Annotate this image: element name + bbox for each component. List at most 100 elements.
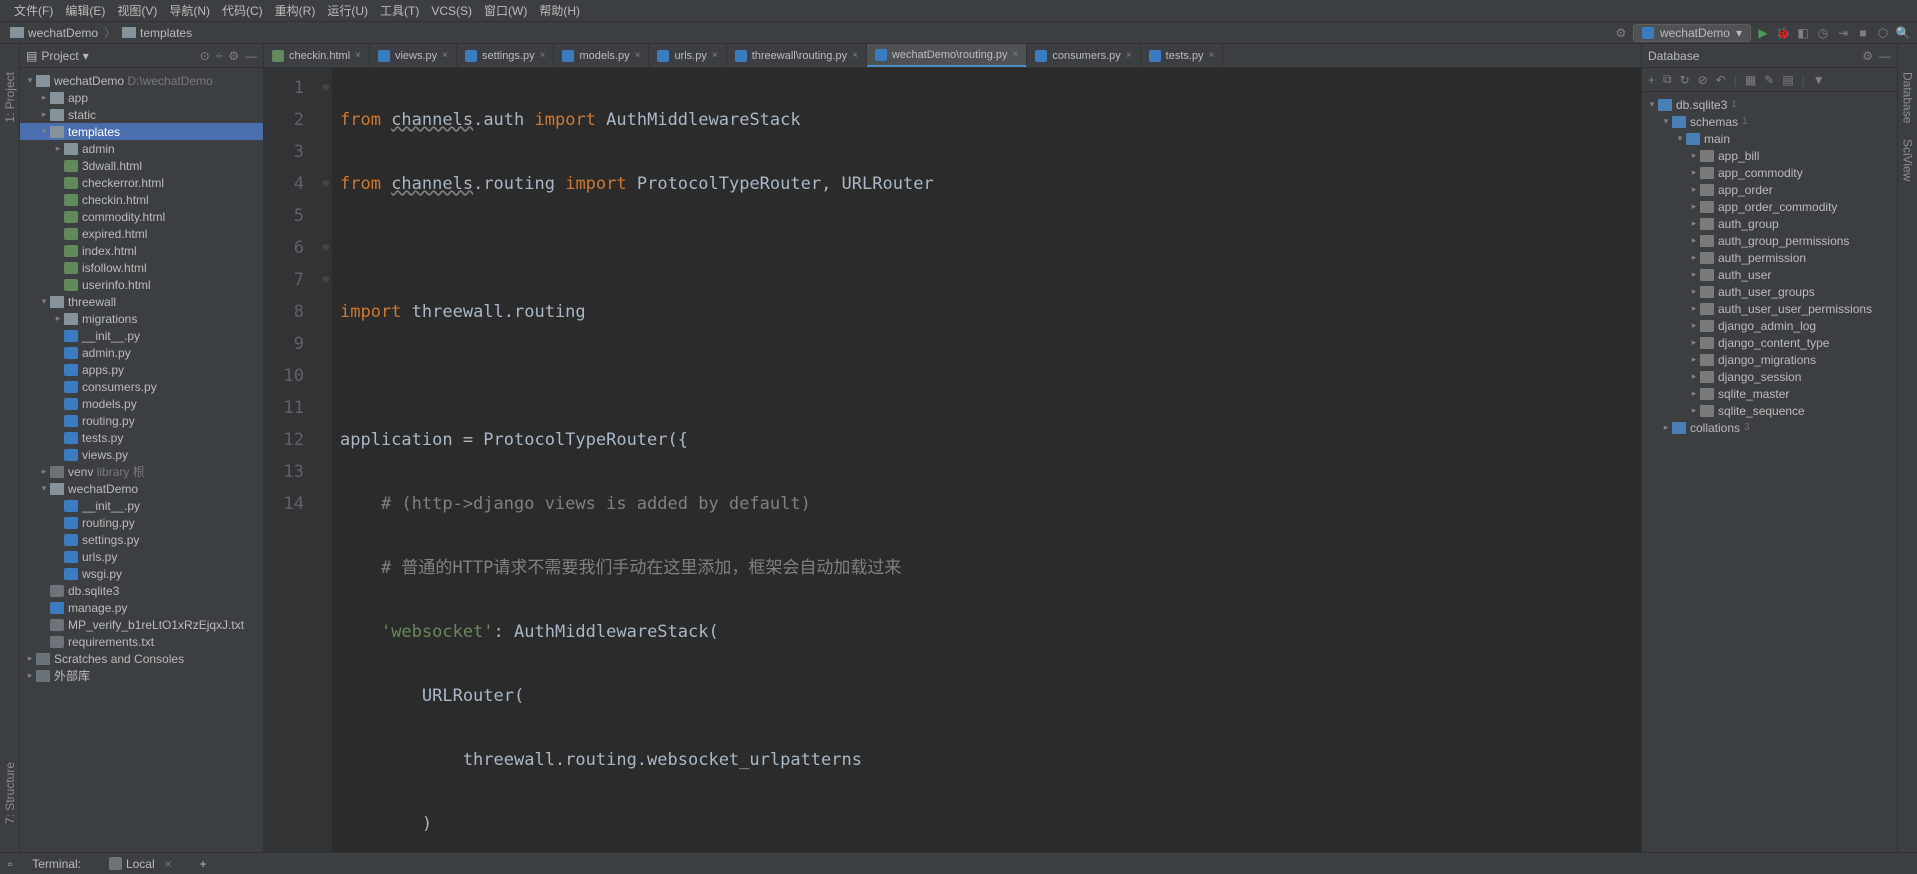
expand-arrow[interactable]: ▸ (1688, 201, 1700, 212)
expand-arrow[interactable]: ▾ (1660, 116, 1672, 127)
close-icon[interactable]: × (712, 50, 718, 61)
tree-item[interactable]: apps.py (20, 361, 263, 378)
db-tree-item[interactable]: ▾main (1642, 130, 1897, 147)
editor-tab[interactable]: views.py× (370, 44, 457, 67)
expand-arrow[interactable]: ▸ (1688, 235, 1700, 246)
tree-item[interactable]: ▸migrations (20, 310, 263, 327)
tree-item[interactable]: ▸admin (20, 140, 263, 157)
editor-tab[interactable]: tests.py× (1141, 44, 1224, 67)
project-tab[interactable]: 1: Project (3, 64, 17, 131)
editor-tab[interactable]: threewall\routing.py× (727, 44, 867, 67)
tree-item[interactable]: views.py (20, 446, 263, 463)
tree-item[interactable]: consumers.py (20, 378, 263, 395)
expand-arrow[interactable]: ▸ (38, 466, 50, 477)
tree-item[interactable]: routing.py (20, 514, 263, 531)
db-tree-item[interactable]: ▸sqlite_master (1642, 385, 1897, 402)
expand-arrow[interactable]: ▾ (1646, 99, 1658, 110)
expand-arrow[interactable]: ▸ (1688, 354, 1700, 365)
tree-item[interactable]: ▸Scratches and Consoles (20, 650, 263, 667)
fold-gutter[interactable]: ⊟⊟⊟⊟ (320, 68, 332, 852)
close-icon[interactable]: × (635, 50, 641, 61)
expand-arrow[interactable]: ▾ (1674, 133, 1686, 144)
expand-arrow[interactable]: ▸ (1688, 337, 1700, 348)
expand-arrow[interactable]: ▸ (24, 653, 36, 664)
window-icon[interactable]: ▫ (8, 857, 12, 871)
expand-arrow[interactable]: ▸ (1688, 371, 1700, 382)
collapse-icon[interactable]: ÷ (216, 49, 223, 63)
terminal-local-tab[interactable]: Local× (101, 855, 180, 873)
editor-tab[interactable]: urls.py× (649, 44, 726, 67)
editor-tab[interactable]: settings.py× (457, 44, 554, 67)
tree-item[interactable]: __init__.py (20, 497, 263, 514)
database-tree[interactable]: ▾db.sqlite31▾schemas1▾main▸app_bill▸app_… (1642, 92, 1897, 852)
tree-item[interactable]: index.html (20, 242, 263, 259)
menu-item[interactable]: 导航(N) (163, 2, 216, 19)
breadcrumb-item[interactable]: templates (118, 26, 196, 40)
run-icon[interactable]: ▶ (1755, 25, 1771, 41)
menu-item[interactable]: 运行(U) (321, 2, 374, 19)
git-icon[interactable]: ⬡ (1875, 25, 1891, 41)
tree-item[interactable]: db.sqlite3 (20, 582, 263, 599)
menu-item[interactable]: 编辑(E) (59, 2, 111, 19)
db-tree-item[interactable]: ▸app_order_commodity (1642, 198, 1897, 215)
tree-item[interactable]: routing.py (20, 412, 263, 429)
menu-item[interactable]: VCS(S) (425, 4, 478, 18)
tree-item[interactable]: ▸app (20, 89, 263, 106)
project-tree[interactable]: ▾wechatDemo D:\wechatDemo▸app▸static▾tem… (20, 68, 263, 852)
db-tree-item[interactable]: ▸django_content_type (1642, 334, 1897, 351)
close-icon[interactable]: × (540, 50, 546, 61)
expand-arrow[interactable]: ▸ (1688, 320, 1700, 331)
close-icon[interactable]: × (1209, 50, 1215, 61)
tree-item[interactable]: ▾wechatDemo (20, 480, 263, 497)
profile-icon[interactable]: ◷ (1815, 25, 1831, 41)
expand-arrow[interactable]: ▸ (1688, 218, 1700, 229)
chevron-down-icon[interactable]: ▾ (83, 49, 89, 63)
attach-icon[interactable]: ⇥ (1835, 25, 1851, 41)
coverage-icon[interactable]: ◧ (1795, 25, 1811, 41)
editor-tab[interactable]: consumers.py× (1027, 44, 1140, 67)
expand-arrow[interactable]: ▸ (1688, 286, 1700, 297)
tree-item[interactable]: __init__.py (20, 327, 263, 344)
expand-arrow[interactable]: ▸ (1688, 303, 1700, 314)
tree-item[interactable]: settings.py (20, 531, 263, 548)
structure-tab[interactable]: 7: Structure (3, 754, 17, 832)
gear-icon[interactable]: ⚙ (228, 49, 239, 63)
menu-item[interactable]: 帮助(H) (533, 2, 586, 19)
tree-item[interactable]: ▾templates (20, 123, 263, 140)
tree-item[interactable]: tests.py (20, 429, 263, 446)
editor-tab[interactable]: models.py× (554, 44, 649, 67)
db-tree-item[interactable]: ▸app_bill (1642, 147, 1897, 164)
database-tab[interactable]: Database (1901, 64, 1915, 131)
rollback-icon[interactable]: ↶ (1716, 73, 1726, 87)
db-tree-item[interactable]: ▸sqlite_sequence (1642, 402, 1897, 419)
gear-icon[interactable]: ⚙ (1862, 49, 1873, 63)
tree-item[interactable]: urls.py (20, 548, 263, 565)
hide-icon[interactable]: — (245, 49, 257, 63)
stop-icon[interactable]: ■ (1855, 25, 1871, 41)
add-terminal-tab[interactable]: + (192, 855, 215, 873)
editor-tab[interactable]: checkin.html× (264, 44, 370, 67)
tree-item[interactable]: models.py (20, 395, 263, 412)
menu-item[interactable]: 窗口(W) (478, 2, 533, 19)
db-tree-item[interactable]: ▸app_order (1642, 181, 1897, 198)
menu-item[interactable]: 重构(R) (269, 2, 322, 19)
db-tree-item[interactable]: ▸auth_user (1642, 266, 1897, 283)
tree-item[interactable]: ▸static (20, 106, 263, 123)
db-tree-item[interactable]: ▸django_migrations (1642, 351, 1897, 368)
tree-item[interactable]: isfollow.html (20, 259, 263, 276)
stop-icon[interactable]: ⊘ (1698, 73, 1708, 87)
tree-item[interactable]: checkin.html (20, 191, 263, 208)
run-configuration-selector[interactable]: wechatDemo ▾ (1633, 24, 1751, 42)
expand-arrow[interactable]: ▸ (1688, 388, 1700, 399)
tree-item[interactable]: requirements.txt (20, 633, 263, 650)
editor-tab[interactable]: wechatDemo\routing.py× (867, 44, 1027, 67)
menu-item[interactable]: 文件(F) (8, 2, 59, 19)
expand-arrow[interactable]: ▸ (38, 109, 50, 120)
debug-icon[interactable]: 🐞 (1775, 25, 1791, 41)
expand-arrow[interactable]: ▸ (1688, 252, 1700, 263)
refresh-icon[interactable]: ↻ (1680, 73, 1690, 87)
terminal-tab[interactable]: Terminal: (24, 855, 89, 873)
filter-icon[interactable]: ▼ (1813, 73, 1825, 87)
expand-arrow[interactable]: ▸ (1688, 184, 1700, 195)
breadcrumb-item[interactable]: wechatDemo (6, 26, 102, 40)
